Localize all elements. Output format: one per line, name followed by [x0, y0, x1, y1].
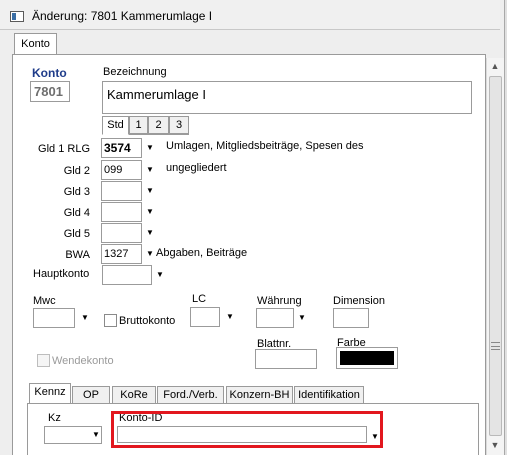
hauptkonto-label: Hauptkonto: [33, 268, 90, 280]
konto-number-field[interactable]: 7801: [30, 81, 70, 102]
bwa-field[interactable]: 1327: [101, 244, 142, 264]
lc-dropdown-icon[interactable]: ▼: [225, 311, 235, 323]
gld4-dropdown-icon[interactable]: ▼: [145, 206, 155, 218]
bruttokonto-checkbox[interactable]: [104, 314, 117, 327]
bwa-description: Abgaben, Beiträge: [156, 247, 248, 259]
gld1-description-cont: ungegliedert: [166, 162, 227, 174]
kz-label: Kz: [48, 412, 61, 424]
subtab-1[interactable]: 1: [129, 116, 148, 134]
gld5-field[interactable]: [101, 223, 142, 243]
waehrung-dropdown-icon[interactable]: ▼: [297, 312, 307, 324]
gld1-field[interactable]: 3574: [101, 138, 142, 158]
blattnr-field[interactable]: [255, 349, 317, 369]
tab-konto[interactable]: Konto: [14, 33, 57, 55]
lc-field[interactable]: [190, 307, 220, 327]
gld5-dropdown-icon[interactable]: ▼: [145, 227, 155, 239]
window-title: Änderung: 7801 Kammerumlage I: [32, 9, 213, 23]
tab-identifikation[interactable]: Identifikation: [294, 386, 364, 404]
gld3-label: Gld 3: [63, 186, 90, 198]
gld2-dropdown-icon[interactable]: ▼: [145, 164, 155, 176]
dimension-field[interactable]: [333, 308, 369, 328]
lc-label: LC: [192, 293, 207, 305]
bwa-label: BWA: [65, 249, 90, 261]
konto-label: Konto: [32, 66, 67, 80]
scroll-down-icon[interactable]: ▼: [486, 437, 504, 454]
tab-kore[interactable]: KoRe: [112, 386, 156, 404]
wendekonto-checkbox[interactable]: [37, 354, 50, 367]
gld3-field[interactable]: [101, 181, 142, 201]
waehrung-label: Währung: [257, 295, 302, 307]
gld4-label: Gld 4: [63, 207, 90, 219]
waehrung-field[interactable]: [256, 308, 294, 328]
tab-ford-verb[interactable]: Ford./Verb.: [157, 386, 224, 404]
gld2-label: Gld 2: [63, 165, 90, 177]
bezeichnung-label: Bezeichnung: [103, 66, 167, 78]
mwc-field[interactable]: [33, 308, 75, 328]
scrollbar-thumb[interactable]: [489, 76, 502, 436]
farbe-color-swatch[interactable]: [336, 347, 398, 369]
highlight-annotation: [111, 411, 383, 448]
gld1-dropdown-icon[interactable]: ▼: [145, 142, 155, 154]
bruttokonto-label: Bruttokonto: [119, 315, 176, 327]
tab-op[interactable]: OP: [72, 386, 110, 404]
tab-kennz[interactable]: Kennz: [29, 383, 71, 404]
mwc-label: Mwc: [33, 295, 56, 307]
scroll-up-icon[interactable]: ▲: [486, 58, 504, 75]
kz-dropdown-icon[interactable]: ▼: [91, 429, 101, 441]
mwc-dropdown-icon[interactable]: ▼: [80, 312, 90, 324]
gld2-field[interactable]: 099: [101, 160, 142, 180]
gld1-description: Umlagen, Mitgliedsbeiträge, Spesen des: [166, 140, 364, 152]
subtab-std[interactable]: Std: [102, 116, 129, 135]
gld4-field[interactable]: [101, 202, 142, 222]
hauptkonto-dropdown-icon[interactable]: ▼: [155, 269, 165, 281]
gld1-label: Gld 1 RLG: [38, 143, 90, 155]
scrollbar-grip-icon: [491, 342, 500, 350]
window-icon: [10, 11, 24, 22]
subtab-2[interactable]: 2: [148, 116, 169, 134]
gld3-dropdown-icon[interactable]: ▼: [145, 185, 155, 197]
bezeichnung-input[interactable]: Kammerumlage I: [102, 81, 472, 114]
hauptkonto-field[interactable]: [102, 265, 152, 285]
wendekonto-label: Wendekonto: [52, 355, 114, 367]
dimension-label: Dimension: [333, 295, 385, 307]
subtab-3[interactable]: 3: [169, 116, 189, 134]
gld5-label: Gld 5: [63, 228, 90, 240]
bwa-dropdown-icon[interactable]: ▼: [145, 248, 155, 260]
tab-konzern-bh[interactable]: Konzern-BH: [226, 386, 293, 404]
